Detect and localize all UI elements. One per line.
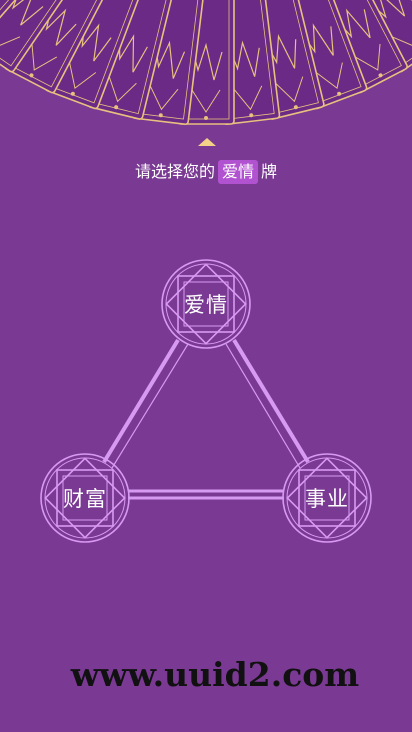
node-label-wealth: 财富 (63, 487, 107, 511)
node-label-career: 事业 (305, 487, 349, 511)
node-label-love: 爱情 (184, 293, 228, 317)
watermark-text: www.uuid2.com (70, 655, 360, 694)
spread-node-love[interactable]: 爱情 (160, 258, 252, 350)
spread-triangle (102, 338, 310, 500)
spread-node-career[interactable]: 事业 (281, 452, 373, 544)
spread-node-wealth[interactable]: 财富 (39, 452, 131, 544)
